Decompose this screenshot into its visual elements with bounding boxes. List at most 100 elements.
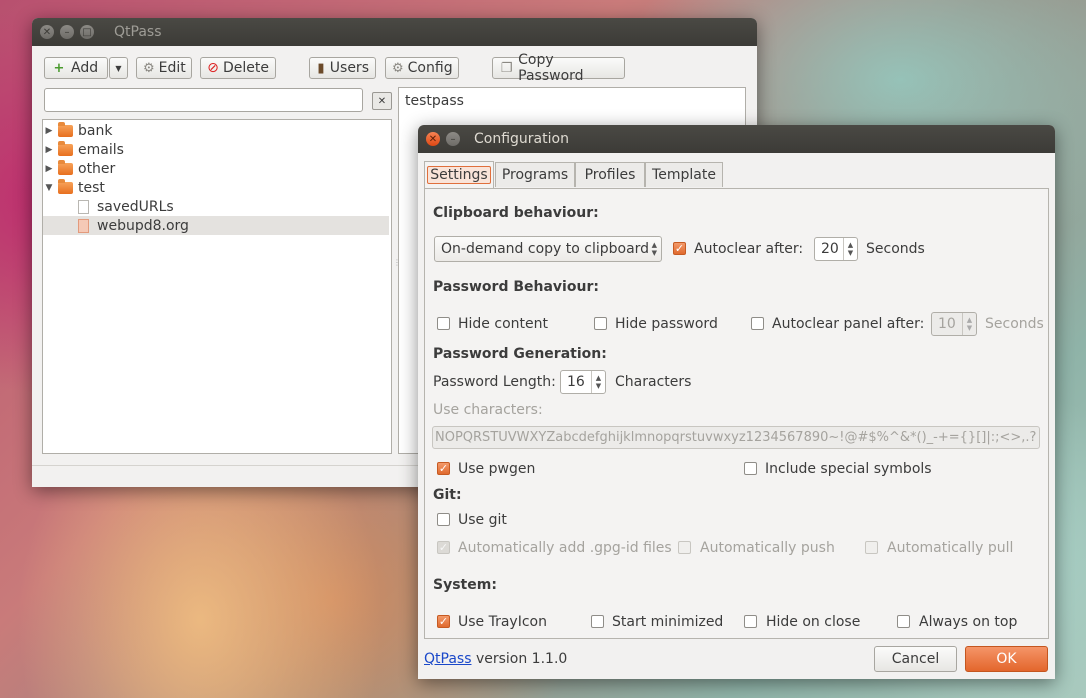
tree-item-label: emails [78, 141, 124, 158]
tab-bar: Settings Programs Profiles Template [424, 161, 1049, 189]
cancel-button[interactable]: Cancel [874, 646, 957, 672]
expand-arrow-icon[interactable]: ▶ [43, 164, 55, 174]
ok-label: OK [996, 651, 1017, 667]
dialog-title: Configuration [474, 131, 569, 147]
tree-item-label: test [78, 179, 105, 196]
tab-programs[interactable]: Programs [495, 162, 575, 187]
hide-content-label: Hide content [458, 316, 548, 332]
add-dropdown-button[interactable]: ▼ [109, 57, 128, 79]
autoclear-panel-checkbox[interactable] [751, 317, 764, 330]
expand-arrow-icon[interactable]: ▶ [43, 145, 55, 155]
ok-button[interactable]: OK [965, 646, 1048, 672]
folder-icon [58, 178, 73, 194]
edit-button[interactable]: ⚙ Edit [136, 57, 192, 79]
clear-search-icon[interactable]: ✕ [372, 92, 392, 110]
main-titlebar[interactable]: ✕ – □ QtPass [32, 18, 757, 46]
autoclear-label: Autoclear after: [694, 241, 804, 257]
clipboard-mode-select[interactable]: On-demand copy to clipboard ▲ ▼ [434, 236, 662, 262]
tab-template[interactable]: Template [645, 162, 723, 187]
spin-arrows-icon[interactable]: ▲ ▼ [843, 238, 857, 260]
splitter-handle[interactable]: ⋮ [393, 258, 401, 278]
auto-push-checkbox[interactable] [678, 541, 691, 554]
tree-item-savedurls[interactable]: savedURLs [43, 197, 389, 216]
add-button[interactable]: + Add [44, 57, 108, 79]
tree-item-label: bank [78, 122, 113, 139]
start-minimized-checkbox[interactable] [591, 615, 604, 628]
tab-settings[interactable]: Settings [424, 161, 494, 188]
folder-icon [58, 140, 73, 156]
password-length-spinbox[interactable]: 16 ▲ ▼ [560, 370, 606, 394]
system-heading: System: [433, 577, 497, 593]
tree-item-label: other [78, 160, 116, 177]
config-titlebar[interactable]: ✕ – Configuration [418, 125, 1055, 153]
tree-item-test[interactable]: ▼ test [43, 178, 389, 197]
tree-item-bank[interactable]: ▶ bank [43, 121, 389, 140]
include-special-label: Include special symbols [765, 461, 932, 477]
close-icon[interactable]: ✕ [40, 25, 54, 39]
start-minimized-label: Start minimized [612, 614, 724, 630]
hide-on-close-checkbox[interactable] [744, 615, 757, 628]
tree-item-label: webupd8.org [97, 217, 189, 234]
auto-pull-checkbox[interactable] [865, 541, 878, 554]
delete-button[interactable]: ⊘ Delete [200, 57, 276, 79]
git-heading: Git: [433, 487, 462, 503]
spin-arrows-icon[interactable]: ▲ ▼ [591, 371, 605, 393]
autoclear-seconds-spinbox[interactable]: 20 ▲ ▼ [814, 237, 858, 261]
delete-label: Delete [223, 60, 269, 76]
auto-add-gpgid-checkbox[interactable]: ✓ [437, 541, 450, 554]
copy-password-button[interactable]: ❐ Copy Password [492, 52, 625, 84]
auto-push-label: Automatically push [700, 540, 835, 556]
autoclear-unit: Seconds [866, 241, 925, 257]
password-length-value: 16 [567, 374, 585, 390]
minimize-icon[interactable]: – [446, 132, 460, 146]
cancel-label: Cancel [891, 651, 940, 667]
add-icon: + [53, 60, 65, 76]
use-pwgen-checkbox[interactable]: ✓ [437, 462, 450, 475]
characters-field[interactable]: NOPQRSTUVWXYZabcdefghijklmnopqrstuvwxyz1… [432, 426, 1040, 449]
add-label: Add [71, 60, 99, 76]
close-icon[interactable]: ✕ [426, 132, 440, 146]
include-special-checkbox[interactable] [744, 462, 757, 475]
version-line: QtPass version 1.1.0 [424, 651, 567, 667]
use-trayicon-label: Use TrayIcon [458, 614, 547, 630]
gear-icon: ⚙ [143, 60, 155, 76]
use-trayicon-checkbox[interactable]: ✓ [437, 615, 450, 628]
users-button[interactable]: ▮ Users [309, 57, 376, 79]
window-title: QtPass [114, 24, 162, 40]
folder-icon [58, 159, 73, 175]
use-characters-label: Use characters: [433, 402, 543, 418]
search-input[interactable] [44, 88, 363, 112]
maximize-icon[interactable]: □ [80, 25, 94, 39]
configuration-dialog: ✕ – Configuration Settings Programs Prof… [418, 125, 1055, 679]
hide-password-checkbox[interactable] [594, 317, 607, 330]
tree-item-emails[interactable]: ▶ emails [43, 140, 389, 159]
copy-password-label: Copy Password [518, 52, 584, 84]
file-icon [78, 199, 89, 214]
edit-label: Edit [158, 60, 186, 76]
tab-profiles[interactable]: Profiles [575, 162, 645, 187]
tree-item-other[interactable]: ▶ other [43, 159, 389, 178]
autoclear-panel-label: Autoclear panel after: [772, 316, 925, 332]
folder-icon [58, 121, 73, 137]
qtpass-link[interactable]: QtPass [424, 651, 472, 667]
autoclear-checkbox[interactable]: ✓ [673, 242, 686, 255]
always-on-top-label: Always on top [919, 614, 1018, 630]
use-pwgen-label: Use pwgen [458, 461, 536, 477]
delete-icon: ⊘ [207, 60, 219, 76]
gear-icon: ⚙ [392, 60, 404, 76]
hide-content-checkbox[interactable] [437, 317, 450, 330]
autoclear-panel-value: 10 [938, 316, 956, 332]
minimize-icon[interactable]: – [60, 25, 74, 39]
password-length-label: Password Length: [433, 374, 556, 390]
hide-password-label: Hide password [615, 316, 718, 332]
use-git-checkbox[interactable] [437, 513, 450, 526]
autoclear-panel-spinbox[interactable]: 10 ▲ ▼ [931, 312, 977, 336]
password-tree[interactable]: ▶ bank ▶ emails ▶ other ▼ test savedURLs… [42, 119, 392, 454]
always-on-top-checkbox[interactable] [897, 615, 910, 628]
expand-arrow-icon[interactable]: ▶ [43, 126, 55, 136]
collapse-arrow-icon[interactable]: ▼ [43, 183, 55, 193]
tree-item-webupd8[interactable]: webupd8.org [43, 216, 389, 235]
tab-label: Programs [501, 167, 569, 183]
config-button[interactable]: ⚙ Config [385, 57, 459, 79]
spin-arrows-icon[interactable]: ▲ ▼ [962, 313, 976, 335]
